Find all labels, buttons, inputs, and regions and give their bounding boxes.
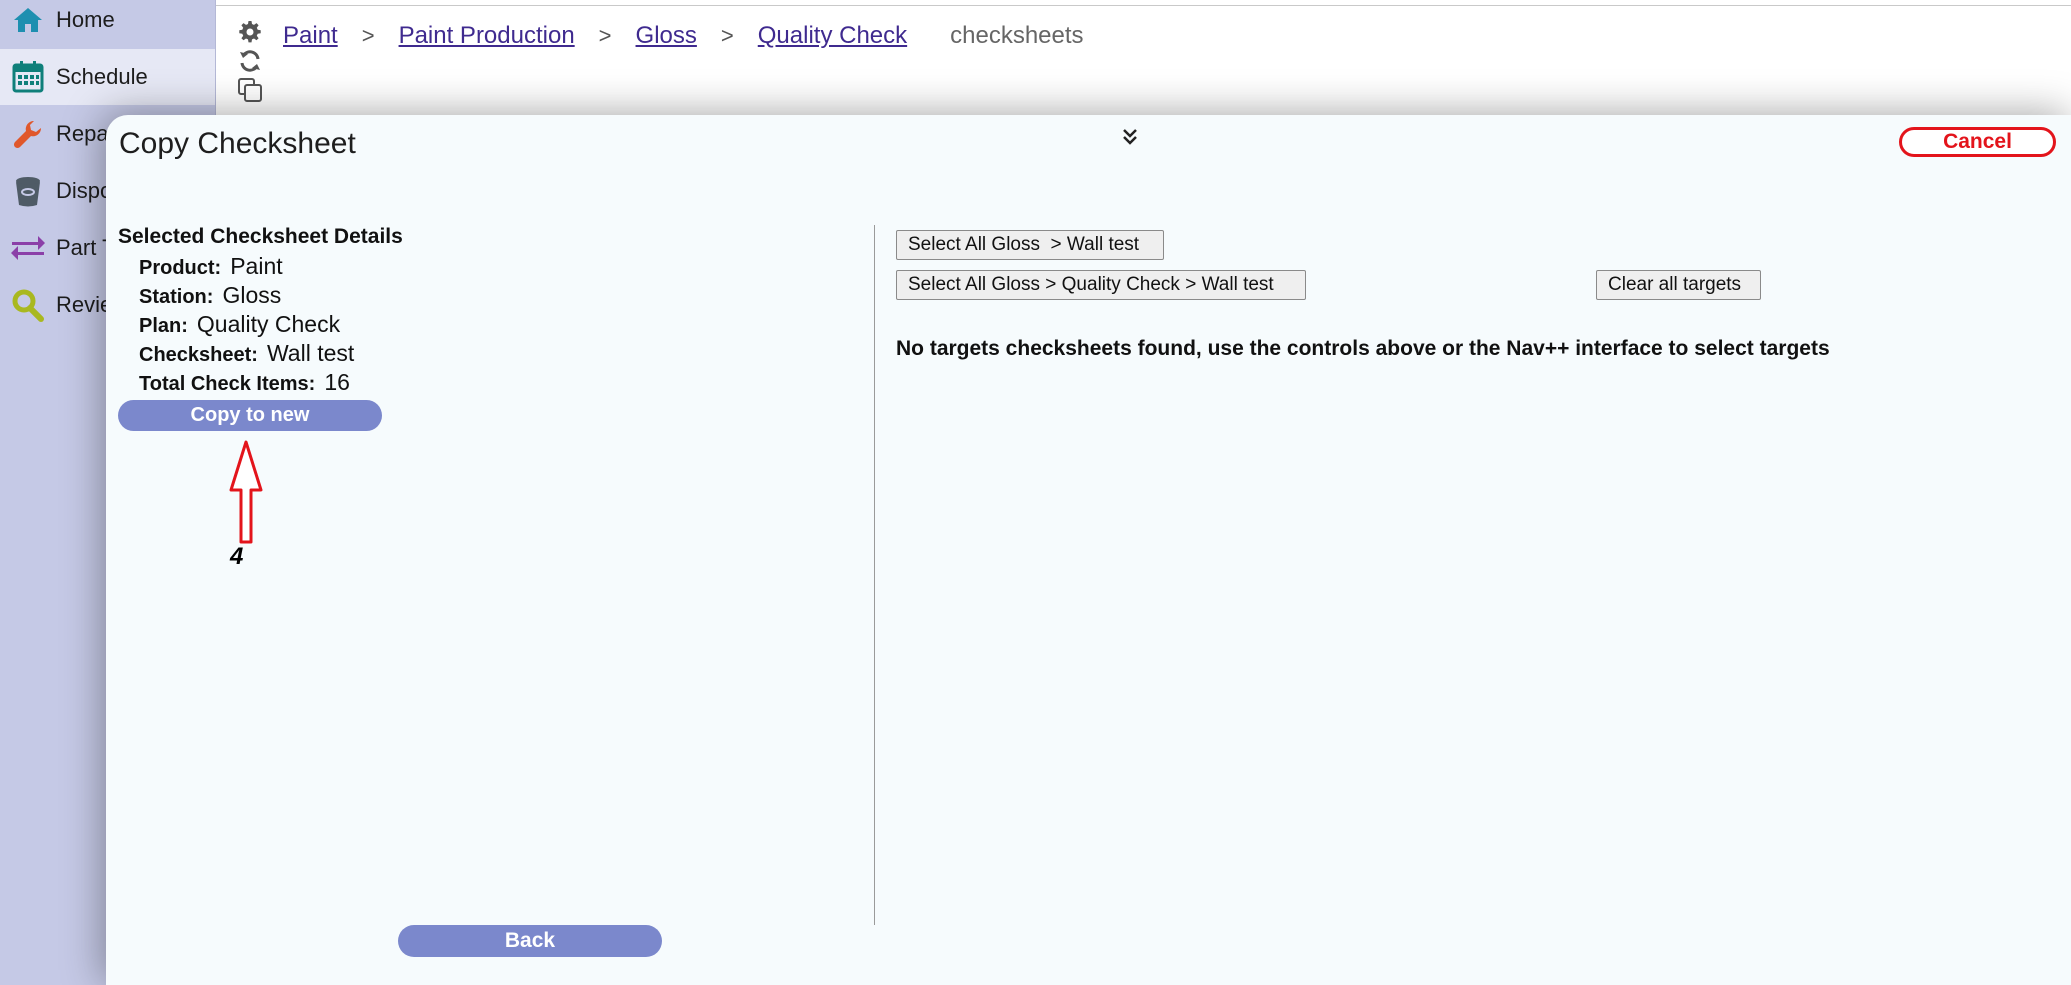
detail-label: Station: (139, 286, 214, 308)
clear-all-targets-button[interactable]: Clear all targets (1596, 270, 1761, 300)
selected-checksheet-details: Selected Checksheet Details Product: Pain… (118, 225, 518, 397)
transfer-arrows-icon (0, 220, 56, 276)
annotation-up-arrow-icon (229, 440, 263, 544)
back-button[interactable]: Back (398, 925, 662, 957)
no-targets-message: No targets checksheets found, use the co… (896, 337, 1830, 360)
app-root: Home Schedule Repa Dispo Part T Revie Pa… (0, 0, 2071, 985)
copy-checksheet-modal: Copy Checksheet Cancel Selected Checkshe… (106, 115, 2071, 985)
detail-label: Total Check Items: (139, 373, 316, 395)
copy-to-new-button[interactable]: Copy to new (118, 400, 382, 431)
sidebar-item-home[interactable]: Home (0, 0, 215, 48)
detail-product: Product: Paint (139, 252, 518, 281)
top-border (0, 5, 2071, 6)
breadcrumb-separator: > (361, 23, 375, 48)
select-all-station-button[interactable]: Select All Gloss > Wall test (896, 230, 1164, 260)
detail-checksheet: Checksheet: Wall test (139, 339, 518, 368)
breadcrumb-link-product[interactable]: Paint (283, 22, 338, 50)
detail-label: Product: (139, 257, 222, 279)
breadcrumb-separator: > (720, 23, 734, 48)
home-icon (0, 0, 56, 48)
detail-value: 16 (324, 369, 350, 395)
breadcrumb-link-plan[interactable]: Quality Check (758, 22, 907, 50)
copy-icon[interactable] (236, 76, 264, 104)
sidebar-item-label: Home (56, 7, 115, 32)
detail-total-check-items: Total Check Items: 16 (139, 368, 518, 397)
breadcrumb-link-station[interactable]: Gloss (636, 22, 697, 50)
magnifier-icon (0, 277, 56, 333)
refresh-icon[interactable] (236, 47, 264, 75)
modal-title: Copy Checksheet (119, 127, 356, 160)
annotation-step-number: 4 (230, 543, 244, 570)
breadcrumb: Paint > Paint Production > Gloss > Quali… (283, 20, 1084, 52)
breadcrumb-separator: > (598, 23, 612, 48)
select-all-plan-button[interactable]: Select All Gloss > Quality Check > Wall … (896, 270, 1306, 300)
wrench-icon (0, 106, 56, 162)
double-chevron-down-icon[interactable] (1120, 127, 1140, 147)
breadcrumb-link-line[interactable]: Paint Production (399, 22, 575, 50)
detail-label: Plan: (139, 315, 188, 337)
sidebar-item-schedule[interactable]: Schedule (0, 49, 215, 105)
gear-icon[interactable] (236, 18, 264, 46)
details-heading: Selected Checksheet Details (118, 225, 403, 248)
detail-plan: Plan: Quality Check (139, 310, 518, 339)
panel-divider (874, 225, 875, 925)
breadcrumb-current: checksheets (950, 22, 1084, 49)
sidebar-item-label: Dispo (56, 178, 113, 203)
bin-icon (0, 163, 56, 219)
calendar-icon (0, 49, 56, 105)
detail-station: Station: Gloss (139, 281, 518, 310)
detail-value: Quality Check (196, 311, 341, 337)
detail-label: Checksheet: (139, 344, 258, 366)
detail-value: Paint (230, 253, 283, 279)
sidebar-item-label: Repa (56, 121, 109, 146)
detail-value: Wall test (266, 340, 355, 366)
cancel-button[interactable]: Cancel (1899, 127, 2056, 157)
detail-value: Gloss (222, 282, 282, 308)
header-toolbar (236, 18, 266, 105)
sidebar-item-label: Schedule (56, 64, 148, 89)
sidebar-item-label: Revie (56, 292, 113, 317)
